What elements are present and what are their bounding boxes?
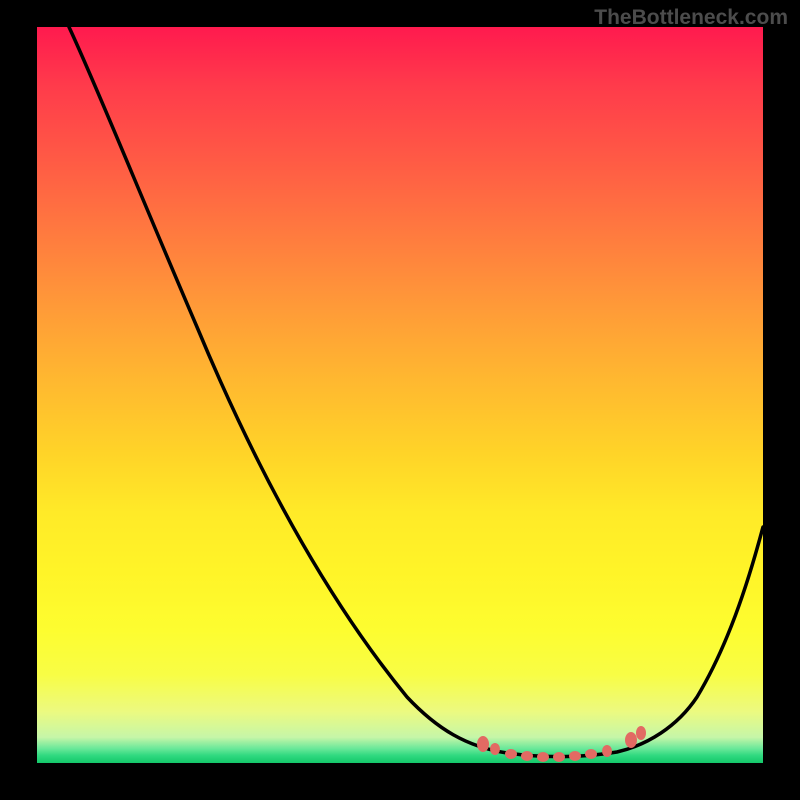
watermark-text: TheBottleneck.com — [594, 6, 788, 30]
marker-dot — [505, 749, 517, 759]
bottleneck-curve — [69, 27, 763, 757]
marker-dot — [585, 749, 597, 759]
marker-dot — [569, 751, 581, 761]
marker-dot — [553, 752, 565, 762]
marker-dot — [490, 743, 500, 755]
marker-dot — [521, 751, 533, 761]
marker-group — [477, 726, 646, 762]
marker-dot — [477, 736, 489, 752]
marker-dot — [625, 732, 637, 748]
plot-area — [37, 27, 763, 763]
chart-svg — [37, 27, 763, 763]
marker-dot — [537, 752, 549, 762]
marker-dot — [602, 745, 612, 757]
marker-dot — [636, 726, 646, 740]
chart-container: TheBottleneck.com — [0, 0, 800, 800]
